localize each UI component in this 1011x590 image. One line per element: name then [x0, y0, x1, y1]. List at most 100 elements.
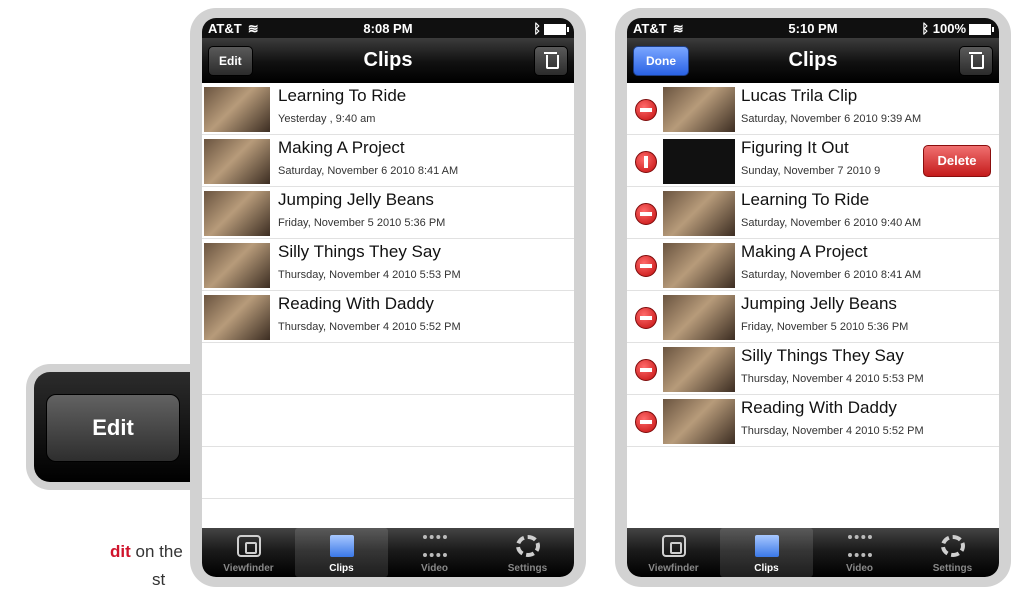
page-title: Clips [788, 49, 838, 71]
phone-edit-mode: AT&T ≋ 5:10 PM ᛒ 100% Done Clips Lucas Tr… [615, 8, 1011, 587]
clip-date: Saturday, November 6 2010 9:40 AM [741, 217, 922, 229]
empty-row [202, 395, 574, 447]
list-item[interactable]: Reading With Daddy Thursday, November 4 … [202, 291, 574, 343]
delete-minus-icon[interactable] [635, 99, 657, 121]
status-bar: AT&T ≋ 5:10 PM ᛒ 100% [627, 18, 999, 38]
clip-name: Lucas Trila Clip [741, 86, 858, 105]
delete-minus-icon[interactable] [635, 307, 657, 329]
delete-minus-icon[interactable] [635, 411, 657, 433]
list-item[interactable]: Making A Project Saturday, November 6 20… [202, 135, 574, 187]
list-item[interactable]: Learning To Ride Saturday, November 6 20… [627, 187, 999, 239]
clip-name: Reading With Daddy [741, 398, 897, 417]
instruction-caption-line2: st [152, 570, 166, 589]
status-time: 8:08 PM [363, 21, 413, 36]
list-item[interactable]: Learning To Ride Yesterday , 9:40 am [202, 83, 574, 135]
clip-thumbnail [204, 139, 270, 184]
tab-settings[interactable]: Settings [906, 528, 999, 577]
nav-bar: Edit Clips [202, 38, 574, 83]
list-item[interactable]: Reading With Daddy Thursday, November 4 … [627, 395, 999, 447]
clips-icon [754, 535, 779, 557]
caption-rest: on the [130, 542, 183, 561]
tab-label: Viewfinder [223, 563, 274, 574]
tab-label: Clips [329, 563, 354, 574]
tab-clips[interactable]: Clips [720, 528, 813, 577]
tab-bar: Viewfinder Clips Video Settings [627, 528, 999, 577]
battery-icon [969, 24, 994, 36]
clip-date: Yesterday , 9:40 am [278, 113, 376, 125]
clip-name: Figuring It Out [741, 138, 849, 157]
trash-lid [544, 52, 557, 54]
trash-lid [969, 52, 982, 54]
clip-thumbnail [663, 347, 735, 392]
clip-name: Reading With Daddy [278, 294, 434, 313]
settings-icon [515, 535, 540, 557]
list-item[interactable]: Figuring It Out Sunday, November 7 2010 … [627, 135, 999, 187]
list-item[interactable]: Lucas Trila Clip Saturday, November 6 20… [627, 83, 999, 135]
trash-button[interactable] [534, 46, 568, 76]
viewfinder-icon [661, 535, 686, 557]
tab-clips[interactable]: Clips [295, 528, 388, 577]
clip-date: Saturday, November 6 2010 8:41 AM [278, 165, 459, 177]
list-item[interactable]: Jumping Jelly Beans Friday, November 5 2… [627, 291, 999, 343]
clip-name: Making A Project [741, 242, 868, 261]
list-item[interactable]: Silly Things They Say Thursday, November… [202, 239, 574, 291]
screen: AT&T ≋ 8:08 PM ᛒ Edit Clips Learning To R… [202, 18, 574, 577]
clip-date: Saturday, November 6 2010 8:41 AM [741, 269, 922, 281]
list-item[interactable]: Silly Things They Say Thursday, November… [627, 343, 999, 395]
clip-date: Saturday, November 6 2010 9:39 AM [741, 113, 922, 125]
empty-row [202, 447, 574, 499]
tab-label: Clips [754, 563, 779, 574]
video-icon [422, 535, 447, 557]
tab-label: Video [845, 563, 874, 574]
tab-settings[interactable]: Settings [481, 528, 574, 577]
bluetooth-icon: ᛒ [921, 21, 933, 36]
trash-button[interactable] [959, 46, 993, 76]
clip-thumbnail [663, 191, 735, 236]
tab-video[interactable]: Video [388, 528, 481, 577]
clip-date: Thursday, November 4 2010 5:52 PM [278, 321, 461, 333]
tab-viewfinder[interactable]: Viewfinder [202, 528, 295, 577]
delete-minus-icon[interactable] [635, 203, 657, 225]
clip-name: Jumping Jelly Beans [741, 294, 897, 313]
tab-label: Video [420, 563, 449, 574]
clip-thumbnail [204, 191, 270, 236]
clip-name: Silly Things They Say [741, 346, 904, 365]
status-right: ᛒ 100% [921, 21, 994, 36]
instruction-caption: dit on the [110, 542, 183, 562]
trash-icon [971, 55, 984, 69]
clip-thumbnail [204, 243, 270, 288]
delete-minus-icon[interactable] [635, 359, 657, 381]
tab-video[interactable]: Video [813, 528, 906, 577]
clip-name: Learning To Ride [741, 190, 870, 209]
tab-viewfinder[interactable]: Viewfinder [627, 528, 720, 577]
clip-thumbnail [663, 399, 735, 444]
list-item[interactable]: Making A Project Saturday, November 6 20… [627, 239, 999, 291]
delete-button[interactable]: Delete [923, 145, 991, 177]
clip-thumbnail [663, 295, 735, 340]
battery-percent: 100% [932, 21, 966, 36]
trash-icon [546, 55, 559, 69]
status-right: ᛒ [533, 21, 569, 36]
empty-row [202, 343, 574, 395]
delete-minus-icon[interactable] [635, 151, 657, 173]
clip-name: Making A Project [278, 138, 405, 157]
clip-date: Thursday, November 4 2010 5:52 PM [741, 425, 924, 437]
list-item[interactable]: Jumping Jelly Beans Friday, November 5 2… [202, 187, 574, 239]
tab-bar: Viewfinder Clips Video Settings [202, 528, 574, 577]
settings-icon [940, 535, 965, 557]
clip-date: Sunday, November 7 2010 9 [741, 165, 881, 177]
page-title: Clips [363, 49, 413, 71]
tab-label: Settings [932, 563, 973, 574]
clip-date: Friday, November 5 2010 5:36 PM [741, 321, 909, 333]
clip-thumbnail [204, 295, 270, 340]
callout-edit-button: Edit [46, 394, 180, 462]
clip-name: Jumping Jelly Beans [278, 190, 434, 209]
battery-icon [544, 24, 569, 36]
clips-list: Learning To Ride Yesterday , 9:40 am Mak… [202, 83, 574, 499]
clip-date: Thursday, November 4 2010 5:53 PM [741, 373, 924, 385]
clip-name: Silly Things They Say [278, 242, 441, 261]
tab-label: Viewfinder [648, 563, 699, 574]
delete-minus-icon[interactable] [635, 255, 657, 277]
clips-icon [329, 535, 354, 557]
caption-bold: dit [110, 542, 131, 561]
